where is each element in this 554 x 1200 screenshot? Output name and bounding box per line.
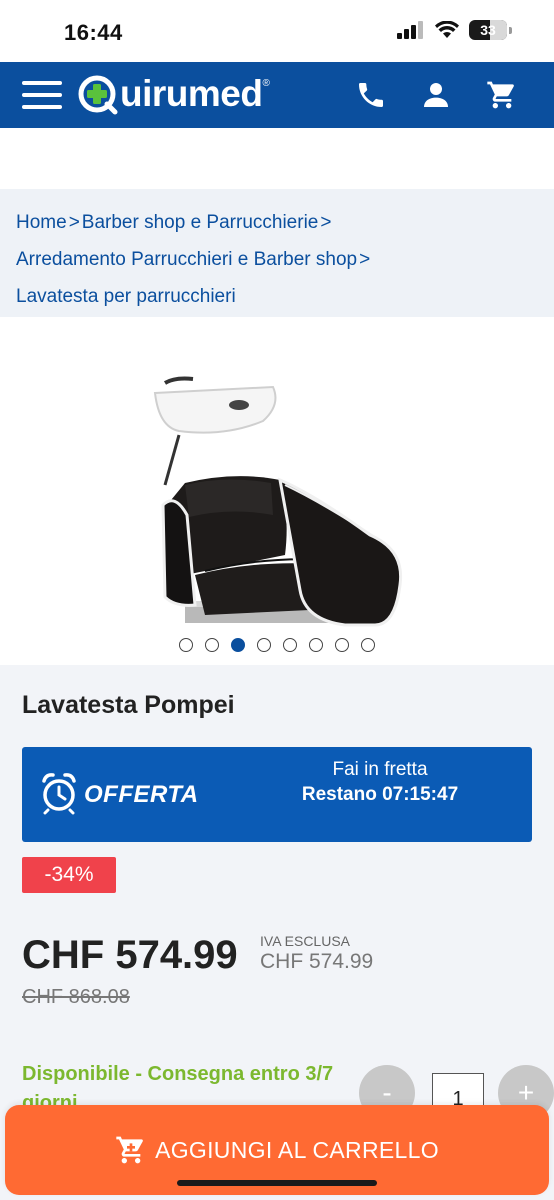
quirumed-logo[interactable]: uirumed ®	[76, 72, 270, 116]
battery-level: 33	[480, 22, 496, 38]
vat-label: IVA ESCLUSA	[260, 933, 351, 949]
discount-badge: -34%	[22, 857, 116, 893]
menu-icon[interactable]	[22, 81, 62, 109]
gallery-dot[interactable]	[257, 638, 271, 652]
battery-icon: 33	[469, 20, 507, 40]
breadcrumb-separator: >	[359, 249, 371, 270]
cart-icon	[116, 1136, 143, 1164]
logo-cross-icon	[78, 75, 118, 115]
logo-text: uirumed	[120, 73, 263, 114]
product-gallery[interactable]	[0, 317, 554, 665]
breadcrumb-separator: >	[320, 212, 332, 233]
wifi-icon	[435, 21, 459, 38]
breadcrumb-arredamento[interactable]: Arredamento Parrucchieri e Barber shop	[16, 249, 357, 270]
logo-registered-mark: ®	[262, 78, 270, 89]
price: CHF 574.99	[22, 933, 238, 977]
product-title: Lavatesta Pompei	[22, 691, 235, 719]
user-icon[interactable]	[420, 79, 452, 111]
gallery-dot[interactable]	[179, 638, 193, 652]
gallery-dot[interactable]	[335, 638, 349, 652]
gallery-dot-active[interactable]	[231, 638, 245, 652]
phone-icon[interactable]	[355, 79, 387, 111]
breadcrumb: Home > Barber shop e Parrucchierie > Arreda…	[0, 189, 554, 317]
gallery-dot[interactable]	[309, 638, 323, 652]
home-indicator	[177, 1180, 377, 1186]
gallery-dots	[179, 638, 375, 652]
old-price: CHF 868.08	[22, 986, 130, 1008]
breadcrumb-barber-shop[interactable]: Barber shop e Parrucchierie	[82, 212, 319, 233]
breadcrumb-home[interactable]: Home	[16, 212, 67, 233]
breadcrumb-separator: >	[68, 212, 80, 233]
product-image[interactable]	[145, 375, 410, 645]
offer-label: OFFERTA	[84, 781, 199, 808]
gallery-dot[interactable]	[283, 638, 297, 652]
offer-banner: OFFERTA Fai in fretta Restano 07:15:47	[22, 747, 532, 842]
gallery-dot[interactable]	[361, 638, 375, 652]
add-to-cart-label: AGGIUNGI AL CARRELLO	[155, 1136, 439, 1163]
site-header: uirumed ®	[0, 62, 554, 128]
status-time: 16:44	[64, 20, 123, 45]
alarm-clock-icon	[42, 773, 76, 815]
cart-icon[interactable]	[486, 79, 518, 111]
breadcrumb-lavatesta[interactable]: Lavatesta per parrucchieri	[16, 286, 236, 307]
status-bar: 16:44 33	[0, 0, 554, 62]
status-icons: 33	[397, 20, 512, 40]
offer-hurry-text: Fai in fretta	[332, 759, 428, 780]
gallery-dot[interactable]	[205, 638, 219, 652]
vat-price: CHF 574.99	[260, 950, 374, 973]
offer-countdown: Restano 07:15:47	[301, 784, 459, 805]
signal-icon	[397, 21, 423, 39]
